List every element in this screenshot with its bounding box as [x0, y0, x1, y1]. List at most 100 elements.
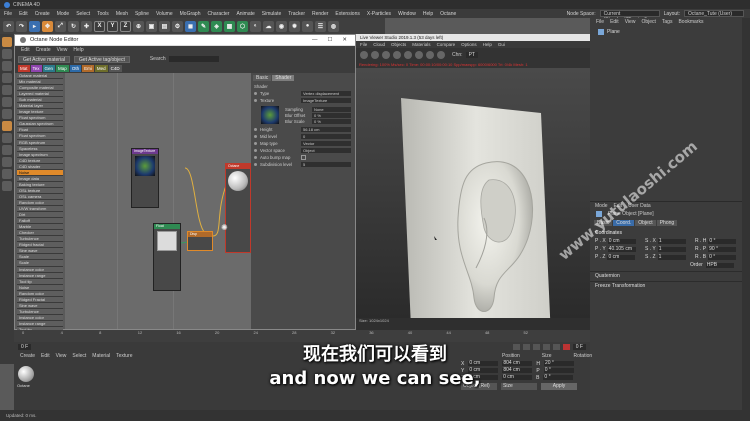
scale-icon[interactable]: ⤢ — [55, 20, 66, 32]
freeze-transformation-section[interactable]: Freeze Transformation — [590, 281, 742, 289]
select-icon[interactable]: ▸ — [29, 20, 40, 32]
node-space-select[interactable]: Current (Standard/Physical) — [599, 10, 660, 23]
px-field[interactable]: 0 cm — [607, 238, 636, 244]
tab-shader[interactable]: Shader — [272, 75, 295, 81]
viewer-menu-help[interactable]: Help — [483, 42, 492, 47]
search-input[interactable] — [168, 56, 219, 62]
channel-select[interactable]: PT — [465, 52, 478, 58]
array-icon[interactable]: ▦ — [224, 20, 235, 32]
om-menu-edit[interactable]: Edit — [610, 19, 619, 25]
tab-basic[interactable]: Basic — [253, 75, 272, 81]
layout-select[interactable]: Octane_Tute (User) — [684, 10, 744, 17]
region-render-icon[interactable] — [404, 51, 412, 59]
displacement-node[interactable]: Disp — [187, 231, 213, 251]
subdivision-icon[interactable]: ◈ — [211, 20, 222, 32]
viewer-menu-cloud[interactable]: Cloud — [373, 42, 385, 47]
render-picture-viewer-icon[interactable]: ▤ — [159, 20, 170, 32]
x-axis-toggle[interactable]: X — [94, 20, 105, 32]
minimize-icon[interactable]: — — [312, 37, 318, 43]
ne-menu-help[interactable]: Help — [73, 47, 83, 53]
render-view-icon[interactable]: ▣ — [146, 20, 157, 32]
tab-oth[interactable]: Oth — [69, 65, 82, 72]
pause-render-icon[interactable] — [382, 51, 390, 59]
undo-icon[interactable]: ↶ — [3, 20, 14, 32]
sampling-row[interactable]: Sampling None — [282, 106, 355, 112]
restart-render-icon[interactable] — [371, 51, 379, 59]
tab-med[interactable]: Med — [94, 65, 108, 72]
float-node[interactable]: Float — [153, 223, 181, 291]
tab-c4d[interactable]: C4D — [108, 65, 122, 72]
close-icon[interactable]: ✕ — [342, 37, 347, 43]
om-menu-tags[interactable]: Tags — [662, 19, 673, 25]
menu-render[interactable]: Render — [312, 11, 328, 17]
points-mode-icon[interactable] — [2, 85, 12, 95]
octane-material-icon[interactable]: ◍ — [328, 20, 339, 32]
menu-edit[interactable]: Edit — [19, 11, 28, 17]
subdivision-row[interactable]: Subdivision level 5 — [251, 161, 355, 168]
lock-workplane-icon[interactable] — [2, 169, 12, 179]
stop-render-icon[interactable] — [393, 51, 401, 59]
tab-emi[interactable]: Emi — [82, 65, 94, 72]
om-menu-object[interactable]: Object — [641, 19, 655, 25]
send-scene-icon[interactable] — [360, 51, 368, 59]
menu-help[interactable]: Help — [423, 11, 433, 17]
redo-icon[interactable]: ↷ — [16, 20, 27, 32]
ne-menu-view[interactable]: View — [57, 47, 68, 53]
menu-volume[interactable]: Volume — [156, 11, 173, 17]
pz-field[interactable]: 0 cm — [607, 254, 636, 260]
auto-bump-row[interactable]: Auto bump map — [251, 154, 355, 161]
menu-animate[interactable]: Animate — [236, 11, 254, 17]
make-editable-icon[interactable] — [2, 37, 12, 47]
tab-phong[interactable]: Phong — [656, 220, 678, 226]
ne-menu-create[interactable]: Create — [36, 47, 51, 53]
z-axis-toggle[interactable]: Z — [120, 20, 131, 32]
menu-mode[interactable]: Mode — [57, 11, 70, 17]
menu-mograph[interactable]: MoGraph — [180, 11, 201, 17]
get-active-material-button[interactable]: Get Active material — [18, 55, 70, 63]
menu-file[interactable]: File — [4, 11, 12, 17]
height-row[interactable]: Height 56.18 cm — [251, 126, 355, 133]
sz-field[interactable]: 1 — [657, 254, 686, 260]
snapping-icon[interactable] — [2, 145, 12, 155]
render-output[interactable] — [356, 68, 590, 338]
maximize-icon[interactable]: ☐ — [327, 37, 332, 43]
menu-x-particles[interactable]: X-Particles — [367, 11, 391, 17]
rb-field[interactable]: 0 ° — [708, 254, 737, 260]
cloner-icon[interactable]: ⬡ — [237, 20, 248, 32]
tab-gen[interactable]: Gen — [42, 65, 56, 72]
node-graph-canvas[interactable]: ImageTexture Float Disp Octane ✺ — [65, 73, 251, 329]
quaternion-section[interactable]: Quaternion — [590, 271, 742, 279]
blur-scale-row[interactable]: Blur Scale 0 % — [282, 118, 355, 124]
move-icon[interactable]: ✥ — [42, 20, 53, 32]
rotate-icon[interactable]: ↻ — [68, 20, 79, 32]
menu-tools[interactable]: Tools — [97, 11, 109, 17]
quantize-icon[interactable] — [2, 157, 12, 167]
rh-field[interactable]: 0 ° — [708, 238, 737, 244]
edges-mode-icon[interactable] — [2, 97, 12, 107]
pen-icon[interactable]: ✎ — [198, 20, 209, 32]
viewer-menu-objects[interactable]: Objects — [391, 42, 406, 47]
pick-material-icon[interactable] — [426, 51, 434, 59]
deformer-icon[interactable]: ◐ — [250, 20, 261, 32]
blur-offset-row[interactable]: Blur Offset 0 % — [282, 112, 355, 118]
menu-character[interactable]: Character — [207, 11, 229, 17]
octane-live-viewer-icon[interactable]: ● — [302, 20, 313, 32]
workplane-icon[interactable] — [2, 73, 12, 83]
get-active-tag-button[interactable]: Get Active tag/object — [73, 55, 130, 63]
pick-focus-icon[interactable] — [415, 51, 423, 59]
cube-icon[interactable]: ◼ — [185, 20, 196, 32]
environment-icon[interactable]: ☁ — [263, 20, 274, 32]
order-select[interactable]: HPB — [705, 262, 734, 268]
model-mode-icon[interactable] — [2, 49, 12, 59]
menu-simulate[interactable]: Simulate — [262, 11, 281, 17]
sy-field[interactable]: 1 — [657, 246, 686, 252]
mid-level-row[interactable]: Mid level 0 — [251, 133, 355, 140]
axis-mode-icon[interactable] — [2, 121, 12, 131]
om-menu-file[interactable]: File — [596, 19, 604, 25]
om-menu-view[interactable]: View — [625, 19, 636, 25]
camera-icon[interactable]: ◉ — [276, 20, 287, 32]
texture-row[interactable]: Texture ImageTexture — [251, 97, 355, 104]
image-texture-node[interactable]: ImageTexture — [131, 148, 159, 208]
viewer-menu-file[interactable]: File — [360, 42, 367, 47]
menu-create[interactable]: Create — [35, 11, 50, 17]
